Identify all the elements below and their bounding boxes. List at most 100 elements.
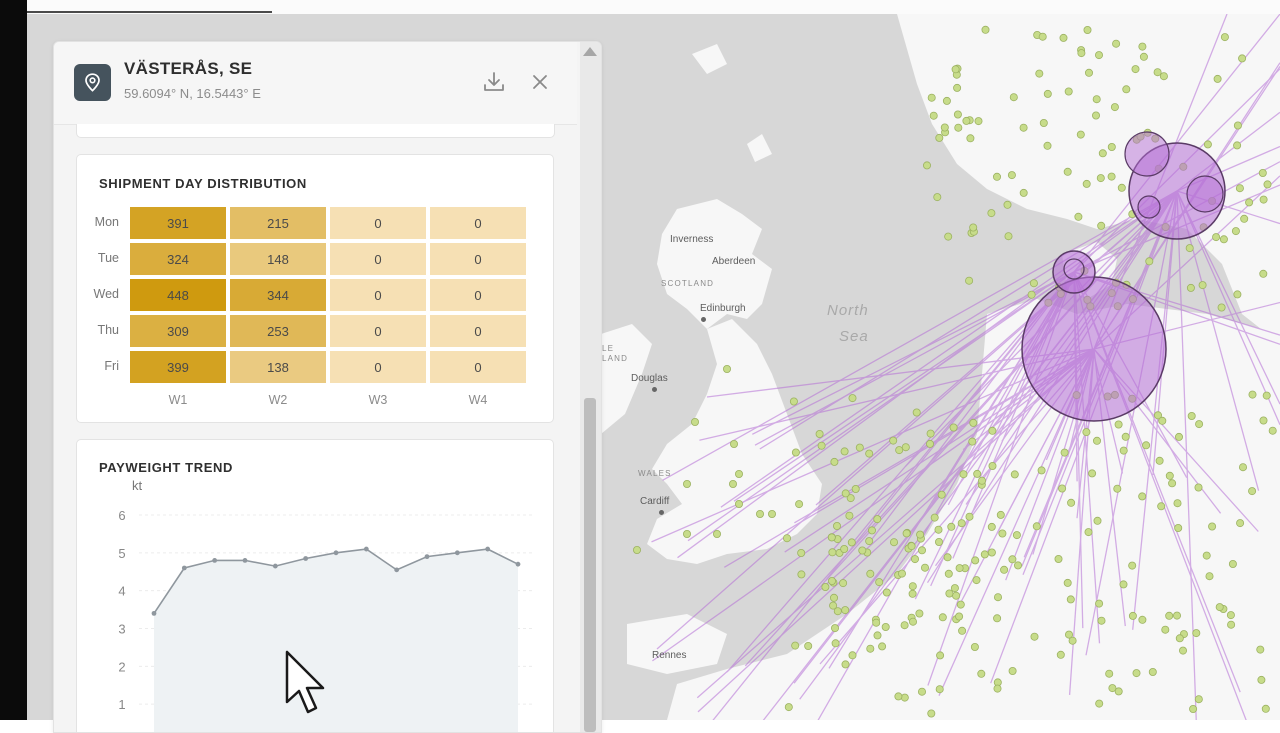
site-marker[interactable]	[834, 608, 841, 615]
site-marker[interactable]	[1173, 612, 1180, 619]
site-marker[interactable]	[1115, 421, 1122, 428]
site-marker[interactable]	[1159, 417, 1166, 424]
site-marker[interactable]	[831, 625, 838, 632]
site-marker[interactable]	[958, 520, 965, 527]
site-marker[interactable]	[1065, 88, 1072, 95]
site-marker[interactable]	[959, 627, 966, 634]
site-marker[interactable]	[928, 710, 935, 717]
site-marker[interactable]	[841, 448, 848, 455]
site-marker[interactable]	[951, 585, 958, 592]
site-marker[interactable]	[943, 97, 950, 104]
site-marker[interactable]	[1249, 391, 1256, 398]
site-marker[interactable]	[978, 477, 985, 484]
heatmap-cell[interactable]: 0	[330, 351, 426, 383]
heatmap-cell[interactable]: 138	[230, 351, 326, 383]
site-marker[interactable]	[1129, 612, 1136, 619]
site-marker[interactable]	[840, 580, 847, 587]
site-marker[interactable]	[1260, 196, 1267, 203]
site-marker[interactable]	[842, 490, 849, 497]
panel-scrollbar[interactable]	[580, 42, 601, 732]
site-marker[interactable]	[913, 409, 920, 416]
site-marker[interactable]	[973, 577, 980, 584]
site-marker[interactable]	[931, 514, 938, 521]
site-marker[interactable]	[1085, 529, 1092, 536]
site-marker[interactable]	[997, 511, 1004, 518]
site-marker[interactable]	[1239, 464, 1246, 471]
site-marker[interactable]	[978, 670, 985, 677]
site-marker[interactable]	[1120, 447, 1127, 454]
site-marker[interactable]	[783, 535, 790, 542]
site-marker[interactable]	[1156, 457, 1163, 464]
site-marker[interactable]	[822, 583, 829, 590]
site-marker[interactable]	[859, 547, 866, 554]
site-marker[interactable]	[798, 571, 805, 578]
site-marker[interactable]	[1220, 236, 1227, 243]
site-marker[interactable]	[901, 622, 908, 629]
site-marker[interactable]	[1014, 562, 1021, 569]
site-marker[interactable]	[970, 224, 977, 231]
site-marker[interactable]	[1005, 233, 1012, 240]
site-marker[interactable]	[1188, 412, 1195, 419]
site-marker[interactable]	[1166, 612, 1173, 619]
download-button[interactable]	[482, 70, 506, 94]
site-marker[interactable]	[1149, 668, 1156, 675]
heatmap-cell[interactable]: 0	[430, 207, 526, 239]
site-marker[interactable]	[1169, 480, 1176, 487]
site-marker[interactable]	[1139, 43, 1146, 50]
site-marker[interactable]	[1260, 417, 1267, 424]
heatmap-cell[interactable]: 391	[130, 207, 226, 239]
heatmap-cell[interactable]: 148	[230, 243, 326, 275]
site-marker[interactable]	[1232, 228, 1239, 235]
site-marker[interactable]	[935, 526, 942, 533]
site-marker[interactable]	[971, 643, 978, 650]
site-marker[interactable]	[969, 438, 976, 445]
site-marker[interactable]	[849, 395, 856, 402]
site-marker[interactable]	[852, 485, 859, 492]
site-marker[interactable]	[723, 365, 730, 372]
site-marker[interactable]	[898, 570, 905, 577]
site-marker[interactable]	[1067, 596, 1074, 603]
site-marker[interactable]	[903, 530, 910, 537]
heatmap-cell[interactable]: 0	[330, 279, 426, 311]
site-marker[interactable]	[1264, 181, 1271, 188]
heatmap-cell[interactable]: 324	[130, 243, 226, 275]
site-marker[interactable]	[1115, 688, 1122, 695]
site-marker[interactable]	[917, 531, 924, 538]
site-marker[interactable]	[902, 444, 909, 451]
site-marker[interactable]	[946, 590, 953, 597]
site-marker[interactable]	[1193, 630, 1200, 637]
site-marker[interactable]	[1108, 143, 1115, 150]
site-marker[interactable]	[981, 551, 988, 558]
site-marker[interactable]	[918, 688, 925, 695]
site-marker[interactable]	[1028, 291, 1035, 298]
site-marker[interactable]	[950, 424, 957, 431]
site-marker[interactable]	[1139, 493, 1146, 500]
site-marker[interactable]	[1129, 562, 1136, 569]
site-marker[interactable]	[785, 704, 792, 711]
site-marker[interactable]	[867, 570, 874, 577]
site-marker[interactable]	[960, 471, 967, 478]
site-marker[interactable]	[988, 210, 995, 217]
heatmap-cell[interactable]: 344	[230, 279, 326, 311]
site-marker[interactable]	[1084, 26, 1091, 33]
heatmap-cell[interactable]: 0	[430, 315, 526, 347]
site-marker[interactable]	[1108, 173, 1115, 180]
site-marker[interactable]	[1216, 604, 1223, 611]
site-marker[interactable]	[945, 570, 952, 577]
site-marker[interactable]	[994, 594, 1001, 601]
site-marker[interactable]	[1113, 40, 1120, 47]
site-marker[interactable]	[1229, 560, 1236, 567]
site-marker[interactable]	[1040, 119, 1047, 126]
site-marker[interactable]	[1111, 104, 1118, 111]
site-marker[interactable]	[909, 583, 916, 590]
site-marker[interactable]	[1083, 429, 1090, 436]
site-marker[interactable]	[796, 501, 803, 508]
site-marker[interactable]	[1064, 168, 1071, 175]
site-marker[interactable]	[713, 530, 720, 537]
site-marker[interactable]	[954, 84, 961, 91]
site-marker[interactable]	[1011, 471, 1018, 478]
site-marker[interactable]	[1133, 670, 1140, 677]
site-marker[interactable]	[735, 500, 742, 507]
site-marker[interactable]	[1146, 258, 1153, 265]
site-marker[interactable]	[1096, 700, 1103, 707]
